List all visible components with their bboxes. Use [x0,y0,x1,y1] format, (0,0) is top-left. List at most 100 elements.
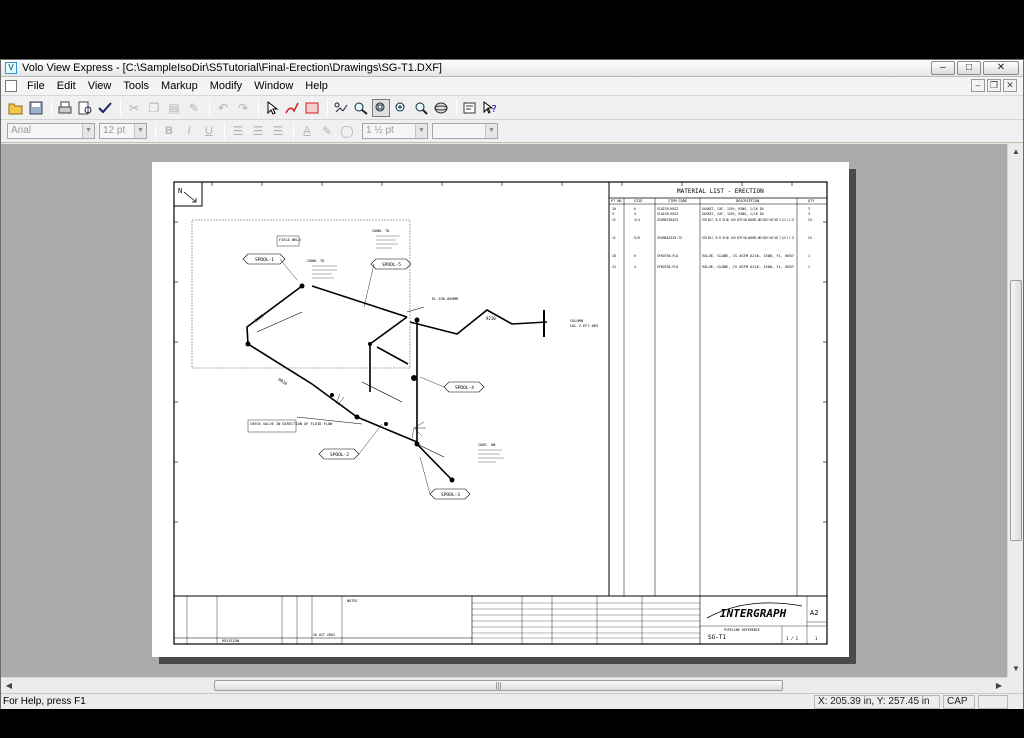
print-icon[interactable] [56,99,74,117]
align-center-icon[interactable]: ☰ [249,122,267,140]
title-block [174,595,827,644]
bom-cell: 1 [808,254,810,258]
cut-icon[interactable]: ✂ [125,99,143,117]
title-bar[interactable]: V Volo View Express - [C:\SampleIsoDir\S… [1,60,1023,77]
toolbar-separator [120,99,121,116]
font-size-value: 12 pt [103,125,126,136]
bom-cell: SCAICB-HSSZ [657,212,678,216]
underline-icon[interactable]: U [200,122,218,140]
zoom-extents-icon[interactable] [392,99,410,117]
doc-minimize-button[interactable]: – [971,79,985,92]
dim-label: 6028 [277,377,288,387]
standard-toolbar: ✂ ❐ ▤ ✎ ↶ ↷ ? [1,96,1023,120]
spool-label: SPOOL-5 [382,262,401,268]
bom-header: SIZE [634,199,642,203]
line-width-combo[interactable]: 1 ½ pt ▼ [362,123,428,139]
line-color-icon[interactable]: ✎ [318,122,336,140]
menu-bar: File Edit View Tools Markup Modify Windo… [1,77,1023,96]
bom-cell: 6 [634,207,636,211]
conn-to-label: CONN. TO [307,259,324,263]
north-label: N [178,187,182,195]
conn-to-label: CONN. TO [372,229,389,233]
pan-icon[interactable] [332,99,350,117]
menu-markup[interactable]: Markup [155,77,204,95]
bom-cell: GASKET, CAF, 125%, RING, 1/16 IN [702,207,763,211]
toolbar-separator [327,99,328,116]
copy-icon[interactable]: ❐ [145,99,163,117]
menu-modify[interactable]: Modify [204,77,248,95]
status-help-text: For Help, press F1 [3,696,86,707]
app-icon[interactable]: V [5,62,17,74]
doc-restore-button[interactable]: ❐ [987,79,1001,92]
redo-icon[interactable]: ↷ [234,99,252,117]
properties-icon[interactable] [461,99,479,117]
font-name-combo[interactable]: Arial ▼ [7,123,95,139]
formatting-toolbar: Arial ▼ 12 pt ▼ B I U ☰ ☰ ☰ A ✎ ◯ 1 ½ pt ▼ … [1,120,1023,143]
revision-header: REVISION [222,639,239,643]
zoom-window-icon[interactable] [372,98,390,117]
undo-icon[interactable]: ↶ [214,99,232,117]
dim-label: 9210 [486,316,496,321]
north-arrow-icon [183,191,197,203]
save-icon[interactable] [27,99,45,117]
bom-title: MATERIAL LIST - ERECTION [677,188,764,195]
markup-rectangle-icon[interactable] [303,99,321,117]
bom-header: QTY [808,199,815,203]
spell-check-icon[interactable] [96,99,114,117]
bom-cell: VYKGF30-FLD [657,265,678,269]
fill-color-icon[interactable]: ◯ [338,122,356,140]
horizontal-scroll-thumb[interactable]: ||| [214,680,783,691]
notes-header: NOTES [347,599,358,603]
scroll-left-icon[interactable]: ◀ [1,678,17,693]
match-properties-icon[interactable]: ✎ [185,99,203,117]
italic-icon[interactable]: I [180,122,198,140]
scroll-down-icon[interactable]: ▼ [1009,661,1023,677]
toolbar-separator [293,122,294,140]
menu-view[interactable]: View [82,77,118,95]
menu-file[interactable]: File [21,77,51,95]
whats-this-help-icon[interactable]: ? [481,99,499,117]
zoom-previous-icon[interactable] [412,99,430,117]
line-width-value: 1 ½ pt [366,125,394,136]
bom-cell: GASKET, CAF, 125%, RING, 1/16 IN [702,212,763,216]
scroll-up-icon[interactable]: ▲ [1009,144,1023,160]
bom-cell: VYKGF30-FLD [657,254,678,258]
line-type-combo[interactable]: ▼ [432,123,498,139]
open-icon[interactable] [7,99,25,117]
toolbar-separator [224,122,225,140]
horizontal-scrollbar[interactable]: ◀ ||| ▶ [1,677,1007,693]
zoom-realtime-icon[interactable] [352,99,370,117]
menu-help[interactable]: Help [299,77,334,95]
bom-cell: 3 [808,212,810,216]
bom-cell: 24 [808,236,812,240]
orbit-icon[interactable] [432,99,450,117]
bom-cell: 4 [634,265,636,269]
minimize-button[interactable]: – [931,61,955,75]
vertical-scrollbar[interactable]: ▲ ▼ [1007,144,1023,677]
drawing-canvas[interactable]: N 2508 6028 9210 SPOOL-1 SPOOL-5 SPOOL-4… [1,144,1007,677]
toolbar-separator [209,99,210,116]
revision-number: 1 [815,636,818,641]
align-right-icon[interactable]: ☰ [269,122,287,140]
bom-cell: 10 [612,207,616,211]
text-color-icon[interactable]: A [298,122,316,140]
doc-close-button[interactable]: ✕ [1003,79,1017,92]
vertical-scroll-thumb[interactable] [1010,280,1022,541]
cont-on-label: CONT. ON [478,443,495,447]
toolbar-separator [258,99,259,116]
menu-window[interactable]: Window [248,77,299,95]
close-button[interactable]: ✕ [983,61,1019,75]
redline-icon[interactable] [283,99,301,117]
bold-icon[interactable]: B [160,122,178,140]
scroll-right-icon[interactable]: ▶ [991,678,1007,693]
paste-icon[interactable]: ▤ [165,99,183,117]
bom-cell: 6 [634,254,636,258]
font-size-combo[interactable]: 12 pt ▼ [99,123,147,139]
maximize-button[interactable]: □ [957,61,981,75]
select-arrow-icon[interactable] [263,99,281,117]
document-icon[interactable] [5,80,17,92]
print-preview-icon[interactable] [76,99,94,117]
align-left-icon[interactable]: ☰ [229,122,247,140]
menu-tools[interactable]: Tools [117,77,155,95]
menu-edit[interactable]: Edit [51,77,82,95]
